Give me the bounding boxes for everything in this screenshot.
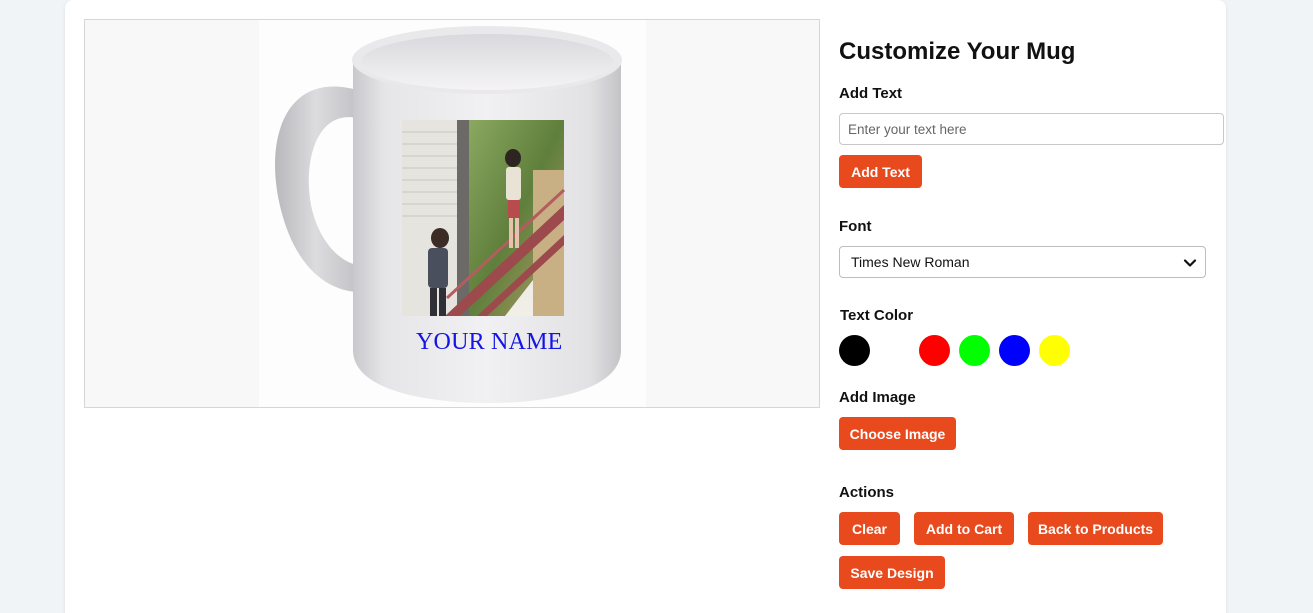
mug-custom-text[interactable]: YOUR NAME [416,329,562,356]
color-swatch-white[interactable] [879,335,910,366]
font-select[interactable]: Times New Roman [839,246,1206,278]
add-text-label: Add Text [839,85,903,102]
color-swatch-blue[interactable] [999,335,1030,366]
font-label: Font [839,218,872,235]
back-to-products-button[interactable]: Back to Products [1028,512,1163,545]
save-design-button[interactable]: Save Design [839,556,945,589]
choose-image-button[interactable]: Choose Image [839,417,956,450]
actions-label: Actions [839,484,895,501]
chevron-down-icon [1183,259,1197,267]
add-to-cart-button[interactable]: Add to Cart [914,512,1014,545]
add-text-button[interactable]: Add Text [839,155,922,188]
mug-print-image [402,120,566,316]
color-swatch-red[interactable] [919,335,950,366]
mug-preview-canvas[interactable]: YOUR NAME [84,19,820,408]
page-title: Customize Your Mug [839,38,1076,65]
text-color-label: Text Color [840,307,914,324]
text-input[interactable] [839,113,1224,145]
color-swatch-yellow[interactable] [1039,335,1070,366]
color-swatch-green[interactable] [959,335,990,366]
add-image-label: Add Image [839,389,916,406]
color-swatch-black[interactable] [839,335,870,366]
clear-button[interactable]: Clear [839,512,900,545]
font-select-value: Times New Roman [851,254,970,270]
